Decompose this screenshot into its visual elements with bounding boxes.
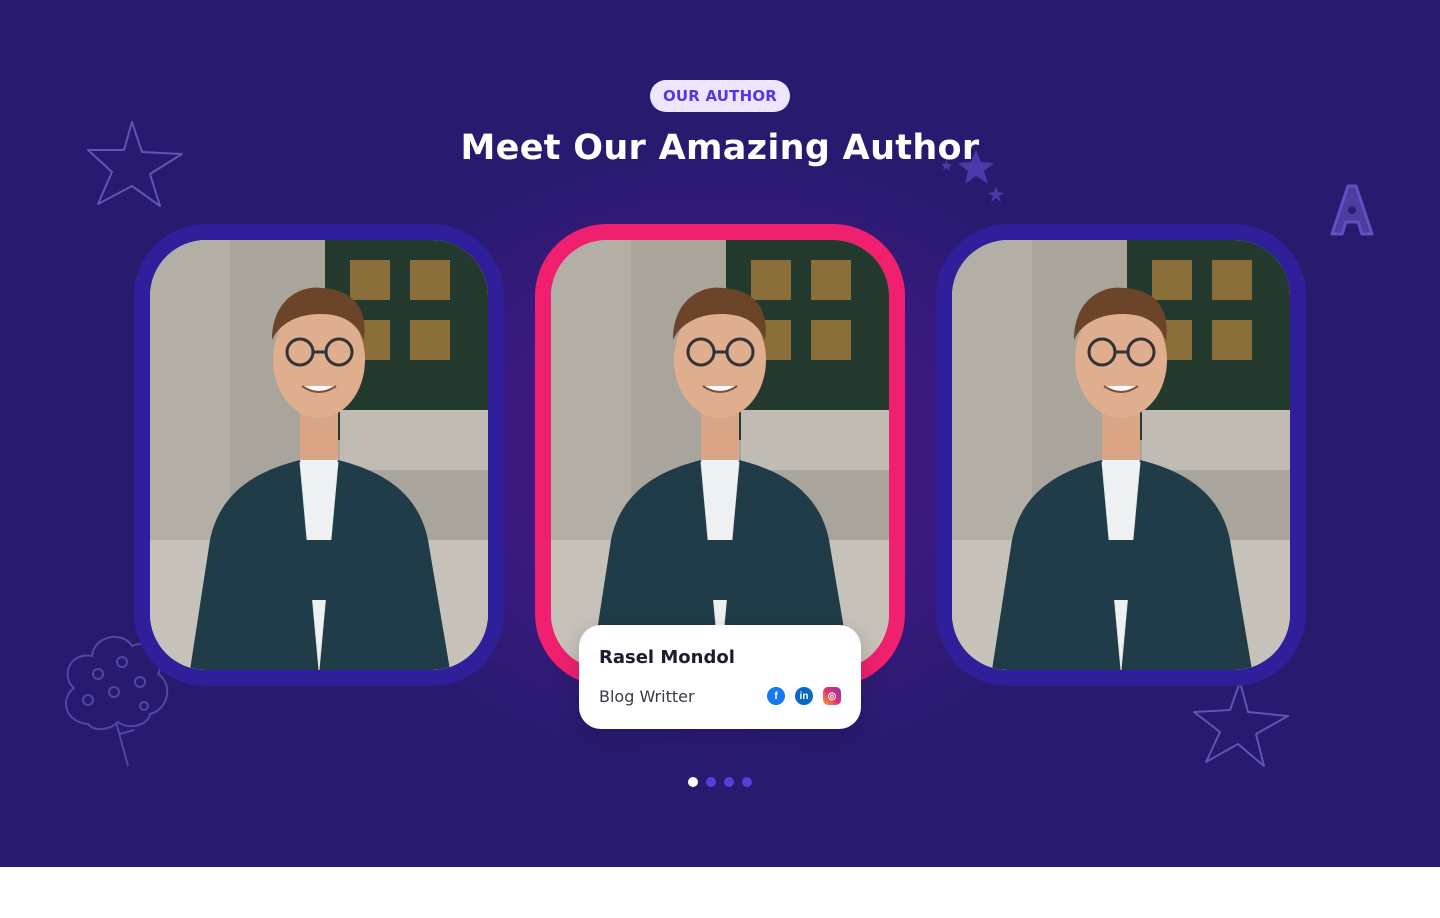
author-portrait-illustration: [952, 240, 1290, 670]
instagram-icon[interactable]: ◎: [823, 687, 841, 705]
star-doodle-icon: [1193, 681, 1289, 767]
author-name: Rasel Mondol: [599, 647, 735, 668]
linkedin-icon[interactable]: in: [795, 687, 813, 705]
author-portrait-illustration: [551, 240, 889, 670]
facebook-icon[interactable]: f: [767, 687, 785, 705]
author-portrait-illustration: [150, 240, 488, 670]
social-links: f in ◎: [767, 687, 841, 705]
author-card[interactable]: [134, 224, 504, 686]
pagination-dot-3[interactable]: [724, 777, 734, 787]
page-footer-area: [0, 867, 1440, 918]
author-card-active[interactable]: [535, 224, 905, 686]
author-info-card: Rasel Mondol Blog Writter f in ◎: [579, 625, 861, 729]
pagination-dot-2[interactable]: [706, 777, 716, 787]
carousel-pagination: [688, 777, 752, 787]
author-photo: [551, 240, 889, 670]
section-title: Meet Our Amazing Author: [460, 128, 980, 168]
pagination-dot-4[interactable]: [742, 777, 752, 787]
author-card[interactable]: [936, 224, 1306, 686]
author-role: Blog Writter: [599, 687, 695, 706]
author-photo: [952, 240, 1290, 670]
author-section: OUR AUTHOR Meet Our Amazing Author Rasel…: [0, 0, 1440, 867]
section-badge: OUR AUTHOR: [650, 80, 790, 112]
pagination-dot-1[interactable]: [688, 777, 698, 787]
author-photo: [150, 240, 488, 670]
letter-a-doodle-icon: [1330, 184, 1374, 236]
